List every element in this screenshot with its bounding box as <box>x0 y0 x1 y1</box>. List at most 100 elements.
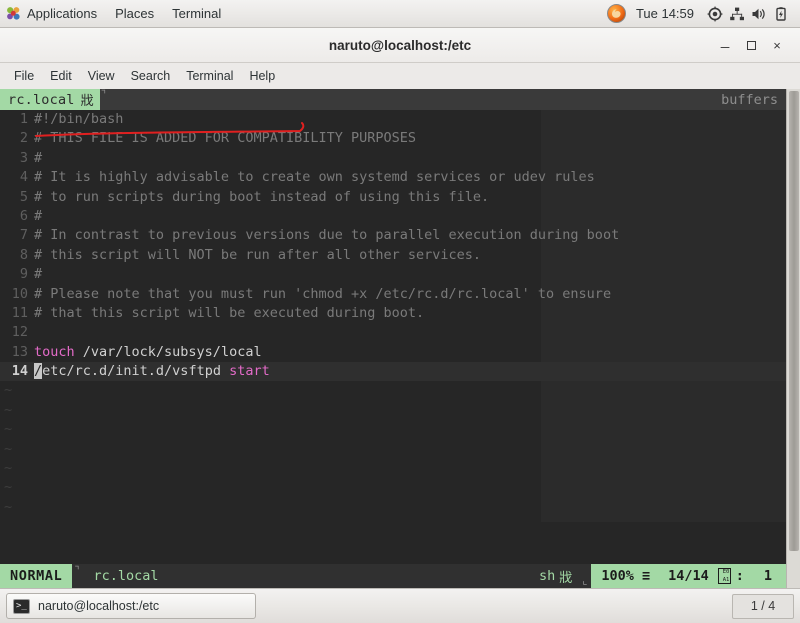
code-line[interactable]: 2 # THIS FILE IS ADDED FOR COMPATIBILITY … <box>0 129 786 148</box>
vim-cursor: / <box>34 363 43 380</box>
line-segment: touch <box>34 343 75 360</box>
vim-statusline: NORMAL ⌝ rc.local sh 戕 ⌞ 100% ≡ 14/14 E0… <box>0 564 786 588</box>
vim-mode-indicator: NORMAL <box>0 564 73 588</box>
location-target-icon[interactable] <box>704 4 726 24</box>
minimize-icon: _ <box>720 32 730 49</box>
code-line[interactable]: 3 # <box>0 149 786 168</box>
line-text: # <box>34 265 42 284</box>
code-line[interactable]: 10 # Please note that you must run 'chmod… <box>0 285 786 304</box>
terminal-menu[interactable]: Terminal <box>163 0 230 27</box>
line-text: # In contrast to previous versions due t… <box>34 226 619 245</box>
line-segment: /var/lock/subsys/local <box>74 343 262 360</box>
code-line[interactable]: 12 <box>0 323 786 342</box>
gnome-foot-icon <box>6 6 21 21</box>
statusline-filetype-icon: 戕 <box>559 570 573 586</box>
code-line[interactable]: 8 # this script will NOT be run after all… <box>0 246 786 265</box>
network-wired-icon[interactable] <box>726 4 748 24</box>
vim-code-lines[interactable]: 1 #!/bin/bash 2 # THIS FILE IS ADDED FOR CO… <box>0 110 786 382</box>
places-menu[interactable]: Places <box>106 0 163 27</box>
menu-view-label: View <box>87 69 115 83</box>
minimize-button[interactable]: _ <box>712 28 738 62</box>
statusline-column-separator: : <box>735 568 744 584</box>
line-text: # Please note that you must run 'chmod +… <box>34 285 611 304</box>
menu-help[interactable]: Help <box>241 66 283 86</box>
places-menu-label: Places <box>115 6 155 21</box>
line-number: 13 <box>11 343 28 360</box>
window-titlebar[interactable]: naruto@localhost:/etc _ × <box>0 28 800 63</box>
battery-charging-icon[interactable] <box>770 4 792 24</box>
code-line[interactable]: 1 #!/bin/bash <box>0 110 786 129</box>
taskbar-item-label: naruto@localhost:/etc <box>38 599 160 613</box>
code-line[interactable]: 6 # <box>0 207 786 226</box>
applications-menu[interactable]: Applications <box>0 0 106 27</box>
workspace-switcher-label: 1 / 4 <box>750 599 776 613</box>
line-segment: # this script will NOT be run after all … <box>34 246 482 263</box>
terminal-scrollbar[interactable] <box>786 89 800 588</box>
menu-help-label: Help <box>249 69 276 83</box>
line-number: 14 <box>11 363 28 380</box>
vim-tab-label: rc.local <box>8 91 75 108</box>
menu-view[interactable]: View <box>80 66 123 86</box>
terminal-body[interactable]: rc.local 戕 ⌝ buffers 1 #!/bin/bash 2 # THIS… <box>0 89 800 588</box>
line-text: #!/bin/bash <box>34 110 123 129</box>
menu-file[interactable]: File <box>6 66 42 86</box>
line-segment: # <box>34 266 43 283</box>
statusline-lines-icon: ≡ <box>641 568 651 584</box>
line-text: # <box>34 207 42 226</box>
menu-terminal[interactable]: Terminal <box>178 66 241 86</box>
workspace-switcher[interactable]: 1 / 4 <box>732 593 794 619</box>
top-panel: Applications Places Terminal Tue 14:59 <box>0 0 800 28</box>
line-number: 11 <box>11 304 28 321</box>
vim-buffers-label[interactable]: buffers <box>721 92 786 108</box>
line-number: 5 <box>19 188 28 205</box>
line-segment: etc/rc.d/init.d/vsftpd <box>42 363 230 380</box>
code-line[interactable]: 11 # that this script will be executed du… <box>0 304 786 323</box>
taskbar: >_ naruto@localhost:/etc 1 / 4 <box>0 588 800 623</box>
maximize-button[interactable] <box>738 32 764 58</box>
code-line[interactable]: 13 touch /var/lock/subsys/local <box>0 343 786 362</box>
code-line[interactable]: 4 # It is highly advisable to create own … <box>0 168 786 187</box>
code-line[interactable]: 9 # <box>0 265 786 284</box>
menu-search[interactable]: Search <box>123 66 179 86</box>
statusline-position-group: 100% ≡ 14/14 E0 A1 : 1 <box>591 564 786 588</box>
line-segment: # THIS FILE IS ADDED FOR COMPATIBILITY P… <box>34 130 417 147</box>
clock[interactable]: Tue 14:59 <box>630 6 704 21</box>
menu-edit[interactable]: Edit <box>42 66 80 86</box>
line-segment: # that this script will be executed duri… <box>34 304 425 321</box>
code-line[interactable]: 14/etc/rc.d/init.d/vsftpd start <box>0 362 786 382</box>
line-text: # It is highly advisable to create own s… <box>34 168 595 187</box>
scrollbar-thumb[interactable] <box>789 91 799 551</box>
menu-terminal-label: Terminal <box>186 69 234 83</box>
firefox-icon[interactable] <box>606 4 626 23</box>
line-segment: # It is highly advisable to create own s… <box>34 169 595 186</box>
line-number: 8 <box>19 246 28 263</box>
statusline-percent: 100% <box>601 568 634 584</box>
top-panel-menus: Applications Places Terminal <box>0 0 230 27</box>
code-line[interactable]: 5 # to run scripts during boot instead of… <box>0 188 786 207</box>
vim-code-area[interactable]: 1 #!/bin/bash 2 # THIS FILE IS ADDED FOR CO… <box>0 110 786 522</box>
line-number: 9 <box>19 266 28 283</box>
code-line[interactable]: 7 # In contrast to previous versions due … <box>0 226 786 245</box>
vim-tab-rc-local[interactable]: rc.local 戕 <box>0 89 100 110</box>
line-segment: # In contrast to previous versions due t… <box>34 227 620 244</box>
statusline-column-glyph-hex-top: E0 <box>722 569 730 575</box>
statusline-line-position: 14/14 <box>668 568 709 584</box>
statusline-filetype: sh <box>538 568 556 584</box>
line-number: 6 <box>19 207 28 224</box>
volume-speaker-icon[interactable] <box>748 4 770 24</box>
terminal-menu-label: Terminal <box>172 6 222 21</box>
top-panel-tray: Tue 14:59 <box>606 0 800 27</box>
taskbar-item-terminal[interactable]: >_ naruto@localhost:/etc <box>6 593 256 619</box>
statusline-separator-left-icon: ⌝ <box>74 564 80 577</box>
vim-tab-modified-icon: 戕 <box>80 94 94 109</box>
menu-search-label: Search <box>130 69 171 83</box>
line-text: # <box>34 149 42 168</box>
line-text: /etc/rc.d/init.d/vsftpd start <box>34 362 270 381</box>
line-text: # that this script will be executed duri… <box>34 304 424 323</box>
line-number: 1 <box>19 111 28 127</box>
close-button[interactable]: × <box>764 32 790 58</box>
line-segment: #!/bin/bash <box>34 111 124 127</box>
line-number: 2 <box>19 130 28 147</box>
statusline-column-glyph-icon: E0 A1 <box>717 568 731 584</box>
vim-editor[interactable]: rc.local 戕 ⌝ buffers 1 #!/bin/bash 2 # THIS… <box>0 89 786 588</box>
